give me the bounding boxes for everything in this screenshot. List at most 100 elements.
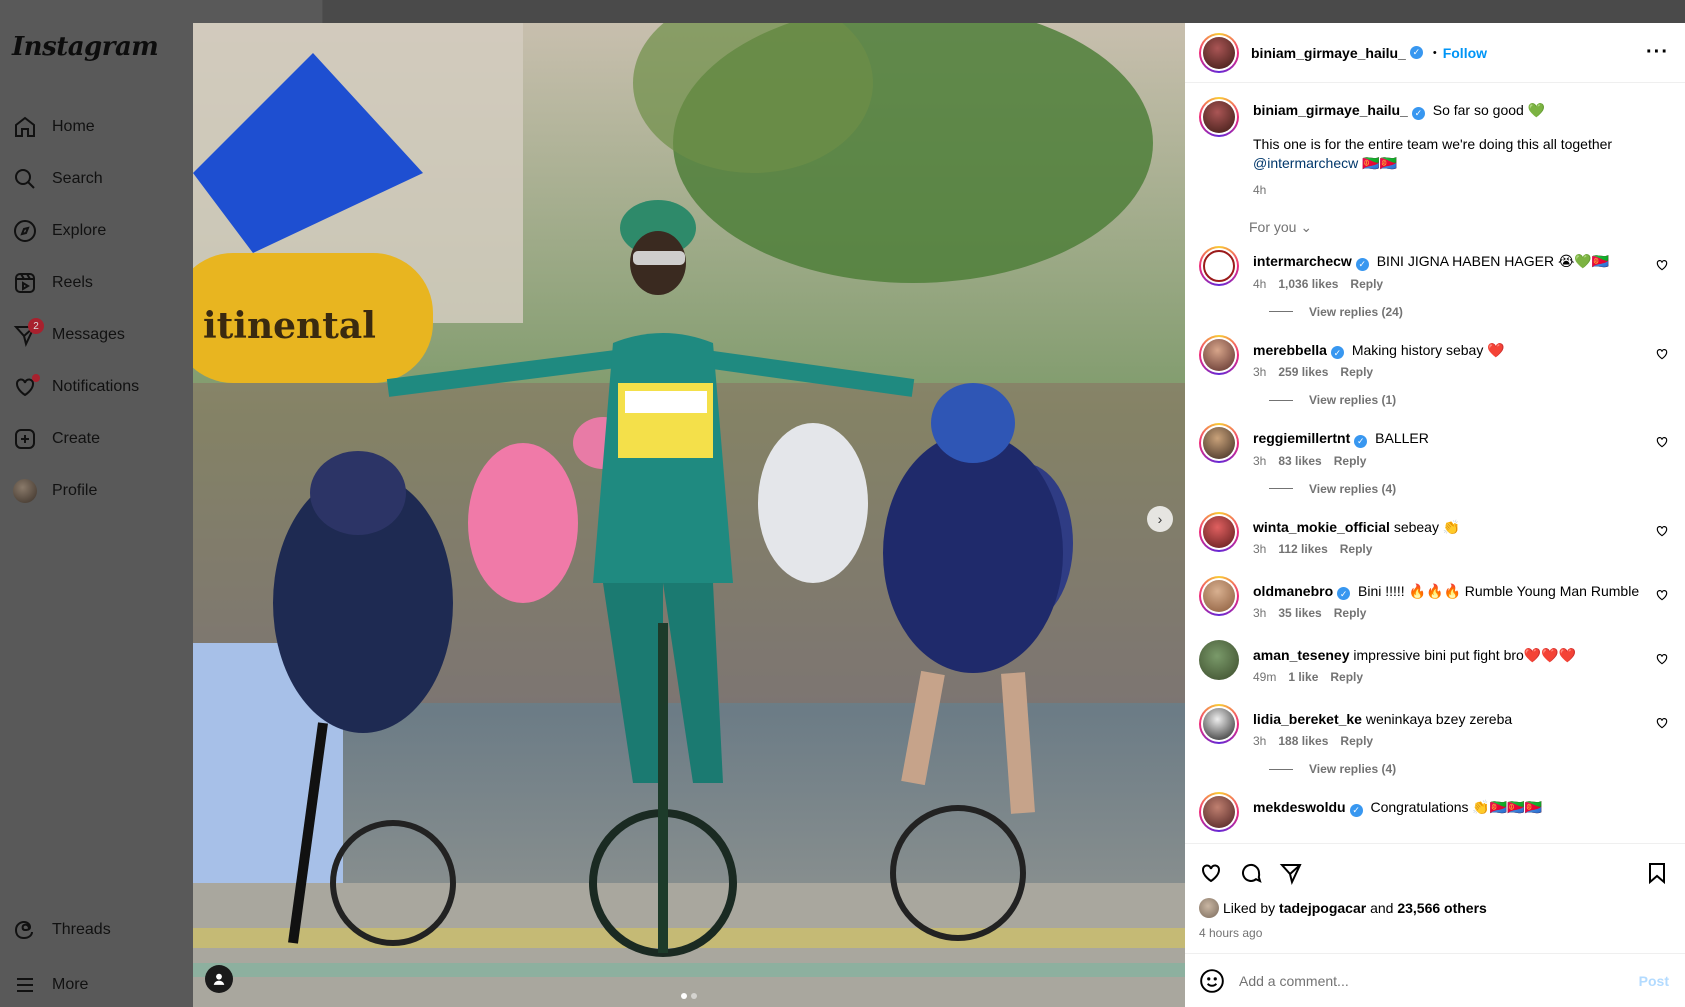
- comment-likes[interactable]: 188 likes: [1278, 734, 1328, 748]
- post-actions: Liked by tadejpogacar and 23,566 others …: [1185, 843, 1685, 953]
- comment-like-icon[interactable]: [1655, 347, 1669, 361]
- home-icon: [12, 114, 38, 140]
- comment-like-icon[interactable]: [1655, 435, 1669, 449]
- comment-username[interactable]: lidia_bereket_ke: [1253, 711, 1362, 727]
- comment-time[interactable]: 3h: [1253, 454, 1266, 468]
- comment-time[interactable]: 49m: [1253, 670, 1276, 684]
- reply-button[interactable]: Reply: [1330, 670, 1363, 684]
- commenter-avatar[interactable]: [1199, 575, 1239, 616]
- comment-time[interactable]: 3h: [1253, 734, 1266, 748]
- reply-button[interactable]: Reply: [1340, 734, 1373, 748]
- view-replies-button[interactable]: View replies (1): [1269, 393, 1669, 407]
- comment-like-icon[interactable]: [1655, 524, 1669, 538]
- caption-mention[interactable]: @intermarchecw: [1253, 155, 1358, 171]
- comment-item: oldmanebro ✓ Bini !!!!! 🔥🔥🔥 Rumble Young …: [1199, 575, 1669, 620]
- commenter-avatar[interactable]: [1199, 423, 1239, 463]
- nav-create[interactable]: Create: [12, 419, 192, 459]
- liked-by-prefix: Liked by: [1223, 900, 1276, 916]
- comment-time[interactable]: 3h: [1253, 542, 1266, 556]
- reply-button[interactable]: Reply: [1334, 606, 1367, 620]
- profile-avatar: [12, 478, 38, 504]
- liked-by-user[interactable]: tadejpogacar: [1279, 900, 1366, 916]
- nav-reels[interactable]: Reels: [12, 263, 192, 303]
- commenter-avatar[interactable]: [1199, 511, 1239, 552]
- caption-author[interactable]: biniam_girmaye_hailu_: [1253, 102, 1408, 118]
- view-replies-button[interactable]: View replies (4): [1269, 482, 1669, 496]
- comment-icon[interactable]: [1239, 861, 1263, 885]
- notification-dot: [32, 374, 40, 382]
- more-options-icon[interactable]: ···: [1646, 41, 1669, 64]
- comment-likes[interactable]: 35 likes: [1278, 606, 1321, 620]
- commenter-avatar[interactable]: [1199, 792, 1239, 832]
- reply-button[interactable]: Reply: [1340, 542, 1373, 556]
- reply-button[interactable]: Reply: [1350, 277, 1383, 291]
- verified-icon: ✓: [1337, 587, 1351, 600]
- view-replies-button[interactable]: View replies (4): [1269, 762, 1669, 776]
- person-icon: [213, 973, 225, 985]
- nav-notifications[interactable]: Notifications: [12, 367, 192, 407]
- emoji-icon[interactable]: [1199, 968, 1225, 994]
- reply-button[interactable]: Reply: [1334, 454, 1367, 468]
- nav-search[interactable]: Search: [12, 159, 192, 199]
- comment-input[interactable]: Add a comment...: [1239, 973, 1639, 989]
- post-photo[interactable]: itinental ›: [193, 23, 1185, 1007]
- nav-more[interactable]: More: [12, 965, 192, 1005]
- follow-button[interactable]: Follow: [1443, 45, 1487, 61]
- caption-mention-suffix: 🇪🇷🇪🇷: [1358, 155, 1398, 171]
- nav-profile[interactable]: Profile: [12, 471, 192, 511]
- liked-by: Liked by tadejpogacar and 23,566 others: [1199, 898, 1669, 918]
- liked-by-others[interactable]: 23,566 others: [1397, 900, 1487, 916]
- caption-author-avatar[interactable]: [1199, 97, 1239, 137]
- view-replies-button[interactable]: View replies (24): [1269, 305, 1669, 319]
- comment-like-icon[interactable]: [1655, 716, 1669, 730]
- comment-time[interactable]: 3h: [1253, 365, 1266, 379]
- comment-like-icon[interactable]: [1655, 588, 1669, 602]
- comment-text: Congratulations 👏🇪🇷🇪🇷🇪🇷: [1370, 799, 1543, 815]
- share-icon[interactable]: [1279, 861, 1303, 885]
- comment-like-icon[interactable]: [1655, 652, 1669, 666]
- verified-icon: ✓: [1355, 257, 1369, 271]
- comment-username[interactable]: reggiemillertnt: [1253, 430, 1350, 446]
- comment-time[interactable]: 3h: [1253, 606, 1266, 620]
- commenter-avatar[interactable]: [1199, 246, 1239, 286]
- next-photo-button[interactable]: ›: [1147, 506, 1173, 532]
- author-username[interactable]: biniam_girmaye_hailu_: [1251, 45, 1406, 61]
- author-avatar[interactable]: [1199, 32, 1239, 73]
- nav-threads[interactable]: Threads: [12, 910, 192, 950]
- comments-list[interactable]: biniam_girmaye_hailu_ ✓ So far so good 💚 …: [1185, 83, 1685, 843]
- comment-username[interactable]: merebbella: [1253, 342, 1327, 358]
- comment-username[interactable]: mekdeswoldu: [1253, 799, 1346, 815]
- comment-item: winta_mokie_official sebeay 👏 3h 112 like…: [1199, 511, 1669, 556]
- comment-likes[interactable]: 1,036 likes: [1278, 277, 1338, 291]
- like-icon[interactable]: [1199, 861, 1223, 885]
- comment-sort-dropdown[interactable]: For you ⌄: [1249, 219, 1669, 236]
- post-timestamp[interactable]: 4 hours ago: [1199, 926, 1669, 940]
- caption-time[interactable]: 4h: [1253, 183, 1669, 197]
- nav-explore[interactable]: Explore: [12, 211, 192, 251]
- commenter-avatar[interactable]: [1199, 334, 1239, 375]
- verified-icon: ✓: [1330, 346, 1344, 359]
- post-comment-button[interactable]: Post: [1639, 973, 1669, 989]
- nav-messages[interactable]: 2 Messages: [12, 315, 192, 355]
- search-icon: [12, 166, 38, 192]
- liker-avatar[interactable]: [1199, 898, 1219, 918]
- comment-username[interactable]: oldmanebro: [1253, 583, 1333, 599]
- comment-like-icon[interactable]: [1655, 258, 1669, 272]
- comment-username[interactable]: aman_teseney: [1253, 647, 1350, 663]
- nav-home[interactable]: Home: [12, 107, 192, 147]
- comment-username[interactable]: winta_mokie_official: [1253, 519, 1390, 535]
- comment-likes[interactable]: 1 like: [1288, 670, 1318, 684]
- comment-username[interactable]: intermarchecw: [1253, 253, 1352, 269]
- instagram-logo[interactable]: Instagram: [12, 32, 159, 62]
- commenter-avatar[interactable]: [1199, 704, 1239, 744]
- comment-time[interactable]: 4h: [1253, 277, 1266, 291]
- comment-likes[interactable]: 83 likes: [1278, 454, 1321, 468]
- bookmark-icon[interactable]: [1645, 861, 1669, 885]
- reply-button[interactable]: Reply: [1340, 365, 1373, 379]
- nav-notifications-label: Notifications: [52, 378, 140, 395]
- tagged-people-button[interactable]: [205, 965, 233, 993]
- commenter-avatar[interactable]: [1199, 640, 1239, 680]
- nav-more-label: More: [52, 976, 89, 993]
- comment-likes[interactable]: 259 likes: [1278, 365, 1328, 379]
- comment-likes[interactable]: 112 likes: [1278, 542, 1327, 556]
